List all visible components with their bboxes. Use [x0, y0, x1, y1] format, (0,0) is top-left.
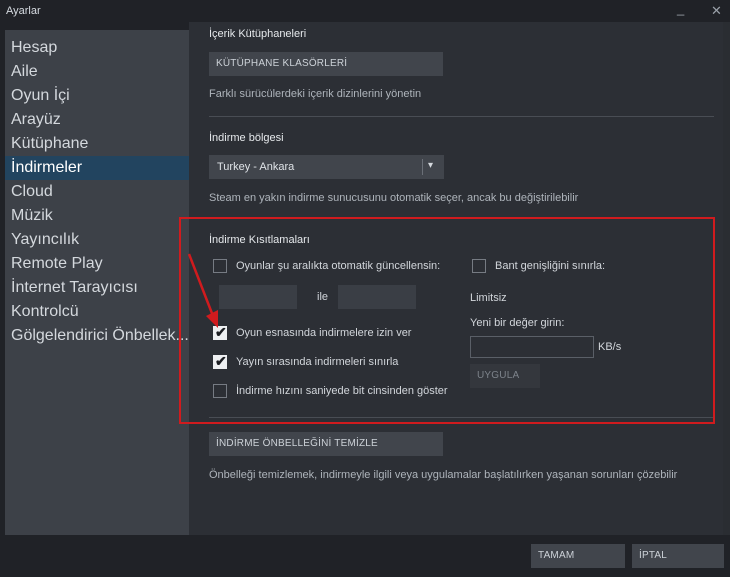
arrow-icon	[187, 253, 218, 328]
chevron-down-icon[interactable]: ▾	[428, 160, 433, 171]
minimize-icon[interactable]: _	[677, 1, 684, 16]
sidebar-item-golgelendirici-onbellek[interactable]: Gölgelendirici Önbellek...	[5, 324, 189, 348]
download-region-description: Steam en yakın indirme sunucusunu otomat…	[209, 192, 579, 204]
content-libraries-heading: İçerik Kütüphaneleri	[209, 28, 307, 40]
sidebar-item-internet-tarayicisi[interactable]: İnternet Tarayıcısı	[5, 276, 189, 300]
download-region-value: Turkey - Ankara	[217, 161, 295, 173]
sidebar-item-cloud[interactable]: Cloud	[5, 180, 189, 204]
ok-button[interactable]: TAMAM	[531, 544, 625, 568]
title-bar: Ayarlar _ ✕	[0, 0, 730, 22]
sidebar-item-aile[interactable]: Aile	[5, 60, 189, 84]
clear-cache-description: Önbelleği temizlemek, indirmeyle ilgili …	[209, 469, 678, 481]
sidebar-item-muzik[interactable]: Müzik	[5, 204, 189, 228]
footer-bar: TAMAM İPTAL	[0, 535, 730, 577]
highlight-box	[179, 217, 715, 424]
window-title: Ayarlar	[6, 5, 41, 17]
sidebar-item-indirmeler[interactable]: İndirmeler	[5, 156, 189, 180]
settings-sidebar: Hesap Aile Oyun İçi Arayüz Kütüphane İnd…	[5, 30, 189, 535]
sidebar-item-hesap[interactable]: Hesap	[5, 36, 189, 60]
sidebar-item-remote-play[interactable]: Remote Play	[5, 252, 189, 276]
sidebar-item-arayuz[interactable]: Arayüz	[5, 108, 189, 132]
select-separator	[422, 159, 423, 175]
sidebar-item-oyun-ici[interactable]: Oyun İçi	[5, 84, 189, 108]
divider	[209, 116, 714, 117]
sidebar-item-kontrolcu[interactable]: Kontrolcü	[5, 300, 189, 324]
close-icon[interactable]: ✕	[711, 3, 722, 19]
sidebar-item-yayincilik[interactable]: Yayıncılık	[5, 228, 189, 252]
clear-download-cache-button[interactable]: İNDİRME ÖNBELLEĞİNİ TEMİZLE	[209, 432, 443, 456]
cancel-button[interactable]: İPTAL	[632, 544, 724, 568]
sidebar-item-kutuphane[interactable]: Kütüphane	[5, 132, 189, 156]
download-region-select[interactable]: Turkey - Ankara	[209, 155, 444, 179]
download-region-heading: İndirme bölgesi	[209, 132, 284, 144]
scrollbar[interactable]	[723, 22, 730, 535]
content-libraries-description: Farklı sürücülerdeki içerik dizinlerini …	[209, 88, 422, 100]
library-folders-button[interactable]: KÜTÜPHANE KLASÖRLERİ	[209, 52, 443, 76]
